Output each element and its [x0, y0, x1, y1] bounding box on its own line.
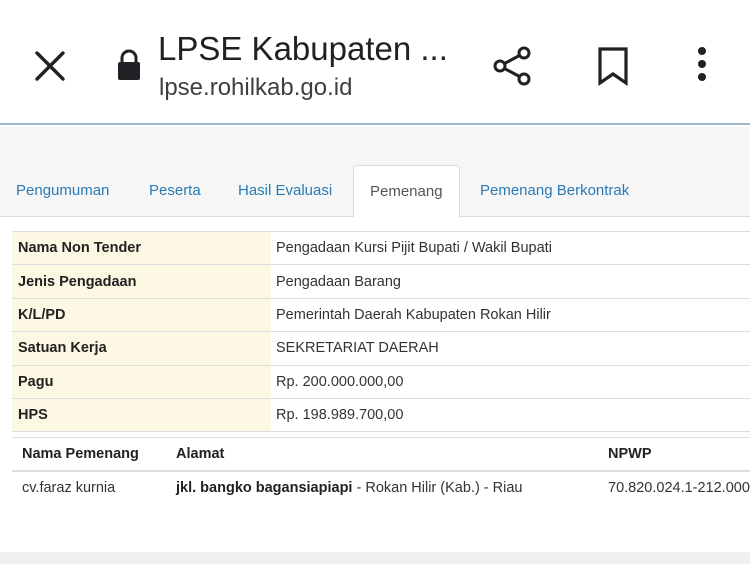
winner-table: Nama Pemenang Alamat NPWP cv.faraz kurni…: [12, 437, 750, 504]
info-row-nama-non-tender: Nama Non Tender Pengadaan Kursi Pijit Bu…: [12, 230, 750, 265]
table-row: cv.faraz kurnia jkl. bangko bagansiapiap…: [12, 471, 750, 504]
info-label: Satuan Kerja: [12, 331, 271, 366]
tender-info-table: Nama Non Tender Pengadaan Kursi Pijit Bu…: [12, 230, 750, 433]
winner-name: cv.faraz kurnia: [22, 479, 116, 496]
info-label: K/L/PD: [12, 297, 271, 332]
info-value: Pemerintah Daerah Kabupaten Rokan Hilir: [271, 297, 750, 332]
winner-header-row: Nama Pemenang Alamat NPWP: [12, 437, 750, 472]
winner-address-street: jkl. bangko bagansiapiapi: [176, 479, 353, 496]
winner-address-region: - Rokan Hilir (Kab.) - Riau: [352, 479, 523, 496]
info-value: Pengadaan Barang: [271, 264, 750, 299]
bookmark-icon[interactable]: [592, 44, 636, 88]
info-label: Jenis Pengadaan: [12, 264, 271, 299]
column-header-npwp: NPWP: [598, 437, 750, 472]
column-header-alamat: Alamat: [166, 437, 598, 472]
info-value: Rp. 200.000.000,00: [271, 364, 750, 399]
browser-toolbar: LPSE Kabupaten ... lpse.rohilkab.go.id: [0, 0, 750, 125]
tab-pemenang[interactable]: Pemenang: [353, 165, 460, 218]
info-row-klpd: K/L/PD Pemerintah Daerah Kabupaten Rokan…: [12, 297, 750, 332]
tab-pengumuman[interactable]: Pengumuman: [16, 165, 109, 217]
lock-icon: [114, 48, 144, 82]
tab-pemenang-berkontrak[interactable]: Pemenang Berkontrak: [480, 165, 629, 217]
info-row-hps: HPS Rp. 198.989.700,00: [12, 397, 750, 433]
tab-peserta[interactable]: Peserta: [149, 165, 201, 217]
info-value: SEKRETARIAT DAERAH: [271, 331, 750, 366]
info-value: Pengadaan Kursi Pijit Bupati / Wakil Bup…: [271, 230, 750, 265]
info-label: Pagu: [12, 364, 271, 399]
winner-npwp: 70.820.024.1-212.000: [608, 479, 750, 496]
tab-hasil-evaluasi[interactable]: Hasil Evaluasi: [238, 165, 332, 217]
page-title[interactable]: LPSE Kabupaten ...: [158, 30, 448, 68]
column-header-nama-pemenang: Nama Pemenang: [12, 437, 166, 472]
url-text[interactable]: lpse.rohilkab.go.id: [159, 74, 352, 102]
page-footer-band: [0, 552, 750, 564]
page-header-band: [0, 127, 750, 165]
tab-bar: Pengumuman Peserta Hasil Evaluasi Pemena…: [0, 165, 750, 218]
share-icon[interactable]: [490, 44, 534, 88]
info-label: Nama Non Tender: [12, 230, 271, 265]
winner-address: jkl. bangko bagansiapiapi - Rokan Hilir …: [166, 471, 598, 504]
close-icon[interactable]: [28, 44, 72, 88]
info-value: Rp. 198.989.700,00: [271, 397, 750, 433]
info-row-jenis-pengadaan: Jenis Pengadaan Pengadaan Barang: [12, 264, 750, 299]
info-row-pagu: Pagu Rp. 200.000.000,00: [12, 364, 750, 399]
more-vert-icon[interactable]: [686, 44, 718, 88]
info-label: HPS: [12, 397, 271, 433]
info-row-satuan-kerja: Satuan Kerja SEKRETARIAT DAERAH: [12, 331, 750, 366]
